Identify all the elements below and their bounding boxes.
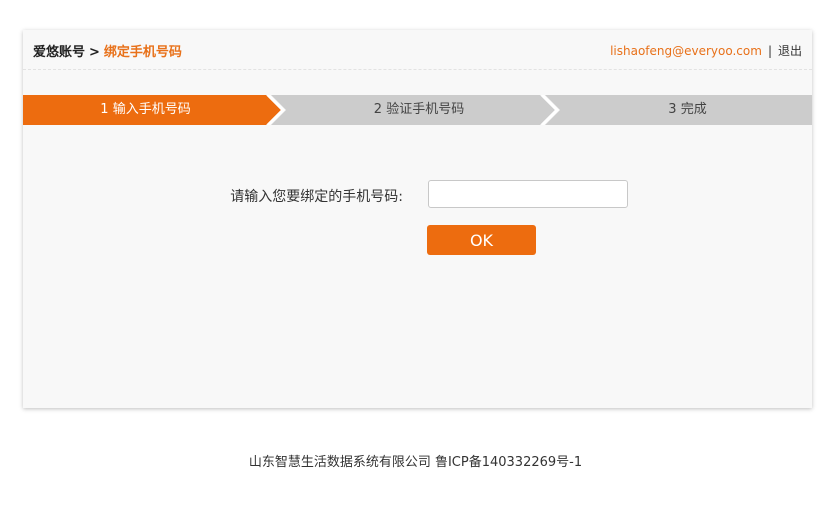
breadcrumb-separator: > [89, 45, 100, 60]
main-card: 爱悠账号 > 绑定手机号码 lishaofeng@everyoo.com | 退出 1 … [23, 30, 812, 408]
breadcrumb-root[interactable]: 爱悠账号 [33, 45, 85, 60]
phone-field-label: 请输入您要绑定的手机号码: [230, 189, 403, 205]
step-2-label: 2 验证手机号码 [373, 102, 465, 117]
user-area: lishaofeng@everyoo.com | 退出 [610, 42, 802, 59]
card-header: 爱悠账号 > 绑定手机号码 lishaofeng@everyoo.com | 退出 [23, 30, 812, 70]
logout-link[interactable]: 退出 [778, 44, 802, 58]
phone-number-input[interactable] [428, 180, 628, 208]
user-separator: | [767, 44, 772, 58]
ok-button[interactable]: OK [427, 225, 536, 255]
breadcrumb: 爱悠账号 > 绑定手机号码 [33, 41, 182, 60]
progress-steps: 1 输入手机号码 2 验证手机号码 3 完成 [23, 95, 812, 125]
footer-copyright: 山东智慧生活数据系统有限公司 鲁ICP备140332269号-1 [248, 455, 583, 470]
step-1-label: 1 输入手机号码 [100, 102, 191, 117]
user-email-link[interactable]: lishaofeng@everyoo.com [610, 44, 762, 58]
step-3-label: 3 完成 [668, 102, 707, 117]
breadcrumb-current: 绑定手机号码 [103, 45, 182, 60]
